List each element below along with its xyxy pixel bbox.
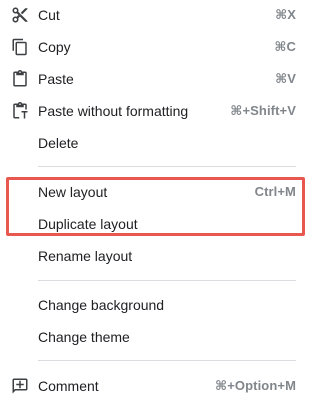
clipboard-icon: [11, 70, 29, 88]
menu-item-label: Change theme: [38, 329, 130, 345]
menu-item-label: Change background: [38, 297, 165, 313]
menu-item-delete[interactable]: Delete: [0, 128, 312, 160]
scissors-icon: [11, 6, 29, 24]
menu-item-change-background[interactable]: Change background: [0, 290, 312, 322]
menu-item-label: Delete: [38, 135, 79, 151]
copy-icon: [11, 38, 29, 56]
context-menu: Cut ⌘X Copy ⌘C Paste ⌘V Paste without fo…: [0, 0, 312, 399]
menu-item-label: New layout: [38, 184, 108, 200]
paste-plain-icon: [11, 102, 29, 120]
menu-item-paste[interactable]: Paste ⌘V: [0, 64, 312, 96]
menu-item-label: Comment: [38, 378, 99, 394]
menu-item-label: Rename layout: [38, 248, 133, 264]
menu-divider: [38, 280, 296, 281]
menu-item-shortcut: ⌘+Option+M: [215, 378, 296, 393]
menu-item-rename-layout[interactable]: Rename layout: [0, 241, 312, 273]
menu-item-shortcut: Ctrl+M: [254, 184, 296, 199]
comment-add-icon: [11, 377, 29, 395]
menu-item-copy[interactable]: Copy ⌘C: [0, 32, 312, 64]
menu-item-cut[interactable]: Cut ⌘X: [0, 0, 312, 32]
menu-item-label: Paste: [38, 71, 74, 87]
menu-item-label: Cut: [38, 7, 60, 23]
menu-item-shortcut: ⌘C: [274, 39, 296, 54]
menu-item-label: Copy: [38, 39, 71, 55]
menu-item-shortcut: ⌘X: [275, 7, 296, 22]
menu-item-label: Paste without formatting: [38, 103, 189, 119]
menu-item-label: Duplicate layout: [38, 216, 138, 232]
menu-item-comment[interactable]: Comment ⌘+Option+M: [0, 371, 312, 403]
menu-item-paste-without-formatting[interactable]: Paste without formatting ⌘+Shift+V: [0, 96, 312, 128]
menu-item-shortcut: ⌘V: [275, 71, 296, 86]
menu-item-shortcut: ⌘+Shift+V: [230, 103, 296, 118]
menu-item-new-layout[interactable]: New layout Ctrl+M: [0, 177, 312, 209]
menu-divider: [38, 360, 296, 361]
menu-divider: [38, 166, 296, 167]
menu-item-change-theme[interactable]: Change theme: [0, 322, 312, 354]
menu-item-duplicate-layout[interactable]: Duplicate layout: [0, 209, 312, 241]
